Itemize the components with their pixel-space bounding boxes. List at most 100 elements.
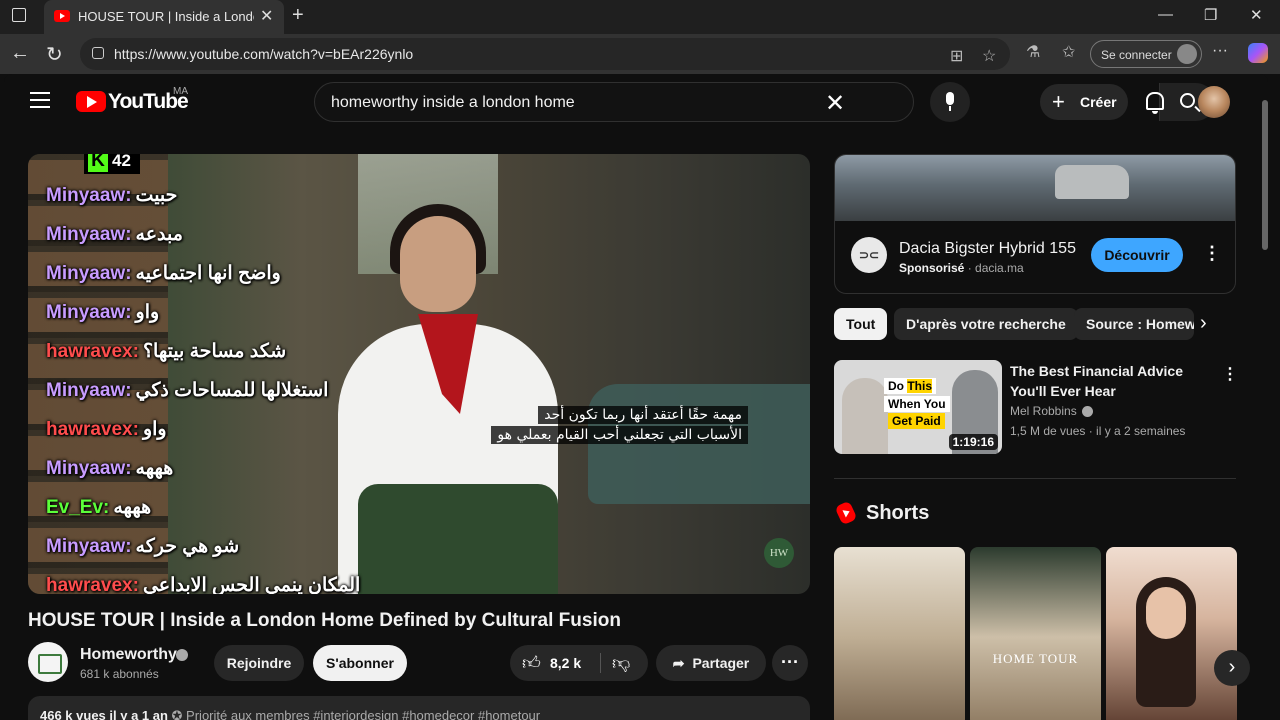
reload-icon[interactable]: ↻ [46, 42, 63, 67]
video-title: HOUSE TOUR | Inside a London Home Define… [28, 610, 621, 631]
search-bar[interactable]: homeworthy inside a london home ✕ [314, 82, 1215, 122]
bookshelf-scene [28, 154, 168, 594]
shorts-icon [834, 500, 858, 526]
app-available-icon[interactable]: ⊞ [950, 46, 963, 66]
ad-card[interactable]: ⊃⊂ Dacia Bigster Hybrid 155 Sponsorisé ·… [834, 154, 1236, 294]
chat-message: hawravex: واو [46, 418, 167, 441]
chat-text: استغلالها للمساحات ذكي [135, 380, 329, 401]
share-icon: ➦ [672, 655, 685, 671]
channel-avatar[interactable] [28, 642, 68, 682]
chat-username: hawravex: [46, 575, 139, 594]
chat-text: مبدعه [135, 224, 183, 245]
chat-username: Minyaaw: [46, 536, 132, 557]
chat-username: Minyaaw: [46, 302, 132, 323]
discover-button[interactable]: Découvrir [1091, 238, 1183, 272]
share-button[interactable]: ➦ Partager [656, 645, 766, 681]
dislike-icon[interactable]: 👎︎ [612, 652, 630, 674]
plus-icon: + [1052, 89, 1065, 114]
extensions-icon[interactable]: ⚗ [1026, 42, 1040, 62]
region-code: MA [173, 86, 188, 97]
ad-menu-icon[interactable]: ⋮ [1203, 243, 1221, 264]
subtitle-line-1: مهمة حقًا أعتقد أنها ربما تكون أحد [538, 406, 748, 424]
copilot-icon[interactable] [1248, 43, 1268, 63]
favorites-icon[interactable]: ✩ [1062, 42, 1075, 62]
like-count[interactable]: 8,2 k [550, 655, 581, 671]
chat-text: واو [142, 419, 167, 440]
description-box[interactable]: 466 k vues il y a 1 an ✪ Priorité aux me… [28, 696, 810, 720]
divider [600, 653, 601, 673]
youtube-favicon-icon [54, 10, 70, 22]
tab-actions-icon[interactable] [12, 8, 26, 22]
account-avatar[interactable] [1198, 86, 1230, 118]
youtube-logo-icon[interactable] [76, 91, 106, 112]
minimize-icon[interactable]: — [1158, 6, 1173, 23]
close-window-icon[interactable]: ✕ [1250, 6, 1263, 24]
create-button[interactable]: + Créer [1040, 84, 1128, 120]
browser-menu-icon[interactable]: ··· [1212, 42, 1228, 60]
subscribe-button[interactable]: S'abonner [313, 645, 407, 681]
channel-name[interactable]: Homeworthy [80, 646, 177, 664]
create-label: Créer [1080, 94, 1117, 110]
favorite-star-icon[interactable]: ☆ [982, 46, 996, 66]
chat-username: Minyaaw: [46, 185, 132, 206]
clear-search-icon[interactable]: ✕ [825, 89, 845, 118]
short-thumbnail-3[interactable] [1106, 547, 1237, 720]
recommendation-thumbnail[interactable]: Do This When You Get Paid 1:19:16 [834, 360, 1002, 454]
hamburger-menu-icon[interactable] [30, 92, 50, 108]
browser-tab[interactable]: HOUSE TOUR | Inside a London H ✕ [44, 0, 284, 34]
url-field[interactable]: https://www.youtube.com/watch?v=bEAr226y… [80, 38, 1010, 70]
more-actions-button[interactable]: ··· [772, 645, 808, 681]
subtitles: مهمة حقًا أعتقد أنها ربما تكون أحد الأسب… [488, 406, 748, 446]
close-tab-icon[interactable]: ✕ [260, 6, 273, 26]
video-player[interactable]: K 42 Minyaaw: حبيت Minyaaw: مبدعه Minyaaw: وا… [28, 154, 810, 594]
chip-related[interactable]: D'après votre recherche [894, 308, 1078, 340]
recommendation-channel[interactable]: Mel Robbins [1010, 404, 1077, 418]
thumb-text-2: When You [884, 396, 950, 412]
person-pants [358, 484, 558, 594]
chat-text: واضح انها اجتماعيه [135, 263, 281, 284]
short-thumbnail-2[interactable]: HOME TOUR [970, 547, 1101, 720]
page-scrollbar[interactable] [1262, 74, 1268, 720]
like-icon[interactable]: 👍︎ [522, 652, 541, 674]
ad-title[interactable]: Dacia Bigster Hybrid 155 [899, 240, 1076, 258]
recommendation-title[interactable]: The Best Financial Advice You'll Ever He… [1010, 361, 1220, 401]
join-button[interactable]: Rejoindre [214, 645, 304, 681]
restore-icon[interactable]: ❐ [1204, 6, 1217, 24]
chat-message: Ev_Ev: هههه [46, 496, 151, 519]
search-input[interactable]: homeworthy inside a london home [331, 94, 575, 112]
chevron-right-icon[interactable]: › [1200, 312, 1207, 335]
channel-watermark[interactable]: HW [764, 538, 794, 568]
notifications-bell-icon[interactable] [1146, 92, 1164, 114]
shorts-next-button[interactable]: › [1214, 650, 1250, 686]
chat-message: Minyaaw: حبيت [46, 184, 177, 207]
youtube-page: YouTube MA homeworthy inside a london ho… [4, 74, 1268, 720]
sponsored-label: Sponsorisé [899, 261, 965, 275]
chat-text: هههه [113, 497, 152, 518]
site-info-icon[interactable] [92, 47, 104, 59]
thumb-text-3: Get Paid [888, 413, 945, 429]
video-duration: 1:19:16 [948, 434, 998, 450]
ad-banner-image[interactable] [835, 155, 1235, 221]
chip-all[interactable]: Tout [834, 308, 888, 340]
description-text: 466 k vues il y a 1 an ✪ Priorité aux me… [40, 708, 540, 720]
chip-source[interactable]: Source : Homeworthy [1074, 308, 1194, 340]
new-tab-icon[interactable]: + [292, 4, 304, 27]
sign-in-button[interactable]: Se connecter [1090, 40, 1202, 68]
back-icon[interactable]: ← [10, 42, 30, 65]
shorts-heading: Shorts [866, 502, 930, 524]
tab-title: HOUSE TOUR | Inside a London H [78, 9, 254, 24]
chat-username: Ev_Ev: [46, 497, 110, 518]
description-tags: ✪ Priorité aux membres #interiordesign #… [171, 708, 541, 720]
verified-check-icon [1082, 406, 1093, 417]
chat-message: hawravex: شكد مساحة بيتها؟ [46, 340, 286, 363]
short-thumbnail-1[interactable] [834, 547, 965, 720]
chat-username: Minyaaw: [46, 224, 132, 245]
subtitle-line-2: الأسباب التي تجعلني أحب القيام بعملي هو [491, 426, 748, 444]
address-bar-row: ← ↻ https://www.youtube.com/watch?v=bEAr… [0, 34, 1280, 74]
voice-search-button[interactable] [930, 82, 970, 122]
recommendation-menu-icon[interactable]: ⋮ [1222, 364, 1238, 384]
scrollbar-thumb[interactable] [1262, 100, 1268, 250]
thumb-text-1: Do This [884, 378, 937, 394]
chat-message: Minyaaw: واضح انها اجتماعيه [46, 262, 281, 285]
chat-message: Minyaaw: واو [46, 301, 159, 324]
